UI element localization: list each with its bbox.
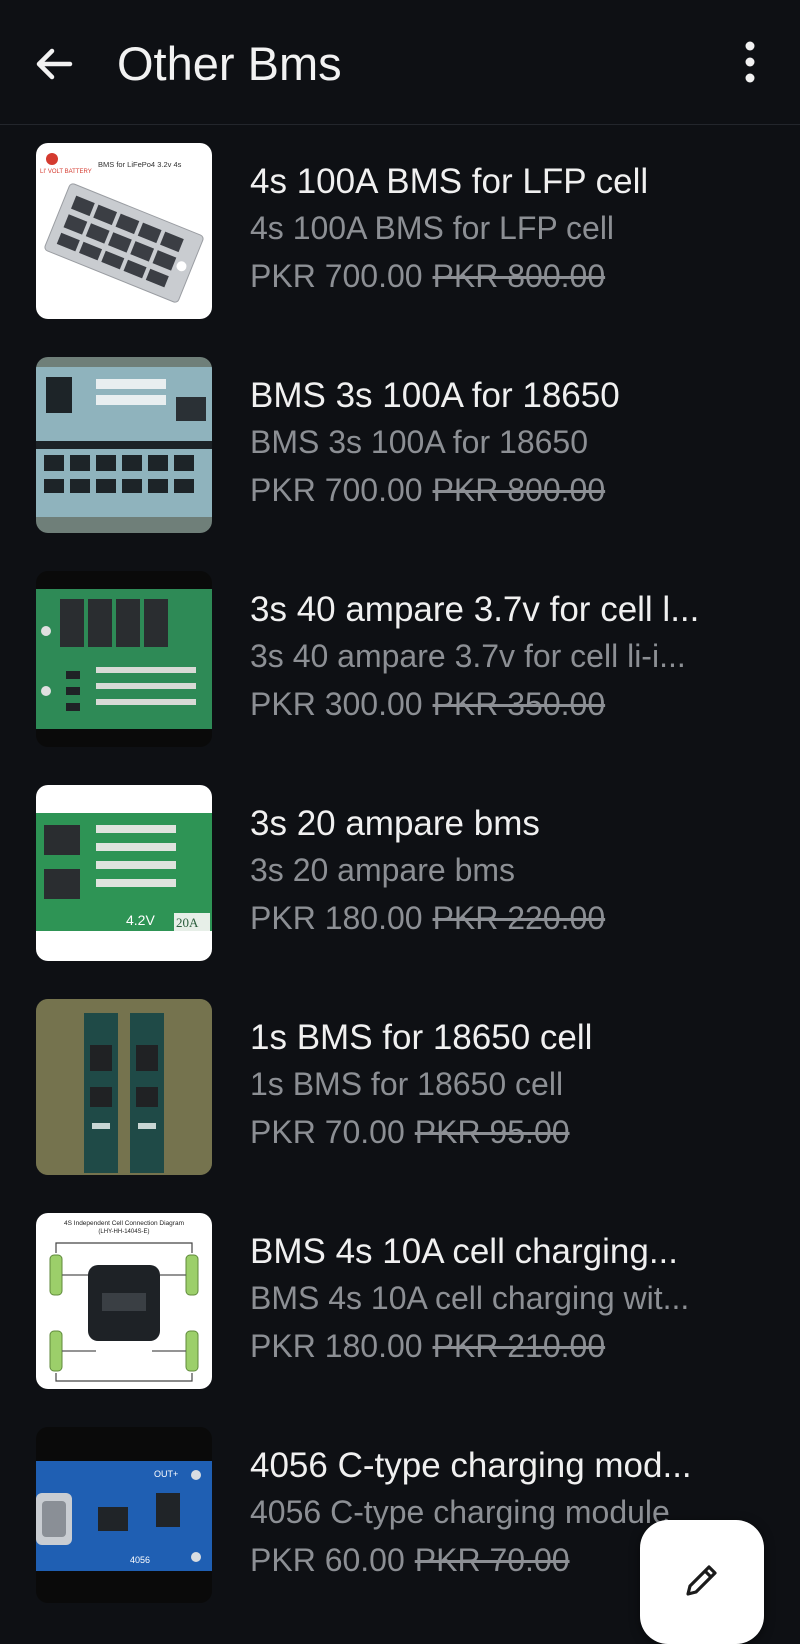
top-app-bar: Other Bms [0,0,800,125]
product-info: BMS 3s 100A for 18650 BMS 3s 100A for 18… [250,374,760,514]
product-thumbnail: 4S Independent Cell Connection Diagram (… [36,1213,212,1389]
product-price: PKR 60.00 [250,1542,405,1578]
arrow-left-icon [36,48,73,80]
thumb-label: OUT+ [154,1469,178,1479]
page-title: Other Bms [117,37,342,90]
product-name: 3s 40 ampare 3.7v for cell l... [250,590,700,629]
product-item[interactable]: 4.2V 20A 3s 20 ampare bms 3s 20 ampare b… [0,766,800,980]
thumb-label: 4.2V [126,912,155,928]
product-name: 3s 20 ampare bms [250,804,540,843]
product-price-line: PKR 70.00 PKR 95.00 [250,1108,760,1156]
product-price-line: PKR 300.00 PKR 350.00 [250,680,760,728]
product-description: 4s 100A BMS for LFP cell [250,210,615,246]
product-old-price: PKR 800.00 [432,472,606,508]
product-thumbnail: LI' VOLT BATTERY BMS for LiFePo4 3.2v 4s [36,143,212,319]
product-item[interactable]: BMS 3s 100A for 18650 BMS 3s 100A for 18… [0,338,800,552]
product-info: 4s 100A BMS for LFP cell 4s 100A BMS for… [250,160,760,300]
thumb-label: 20A [176,915,199,930]
product-info: 3s 20 ampare bms 3s 20 ampare bms PKR 18… [250,802,760,942]
product-old-price: PKR 350.00 [432,686,606,722]
product-price-line: PKR 180.00 PKR 210.00 [250,1322,760,1370]
product-old-price: PKR 95.00 [414,1114,570,1150]
product-price: PKR 300.00 [250,686,423,722]
product-name: 4s 100A BMS for LFP cell [250,162,649,201]
product-info: 1s BMS for 18650 cell 1s BMS for 18650 c… [250,1016,760,1156]
pencil-edit-icon [686,1565,717,1596]
overflow-menu-button[interactable] [730,40,770,88]
product-name: BMS 3s 100A for 18650 [250,376,620,415]
product-old-price: PKR 70.00 [414,1542,570,1578]
product-old-price: PKR 210.00 [432,1328,606,1364]
product-name: 4056 C-type charging mod... [250,1446,692,1485]
product-item[interactable]: 1s BMS for 18650 cell 1s BMS for 18650 c… [0,980,800,1194]
product-price: PKR 180.00 [250,900,423,936]
product-thumbnail [36,357,212,533]
product-price: PKR 700.00 [250,472,423,508]
product-price-line: PKR 700.00 PKR 800.00 [250,252,760,300]
product-description: 3s 40 ampare 3.7v for cell li-i... [250,638,686,674]
product-thumbnail [36,999,212,1175]
product-old-price: PKR 800.00 [432,258,606,294]
product-description: BMS 3s 100A for 18650 [250,424,588,460]
product-price-line: PKR 700.00 PKR 800.00 [250,466,760,514]
thumb-caption: BMS for LiFePo4 3.2v 4s [98,160,182,169]
thumb-caption: 4S Independent Cell Connection Diagram [64,1220,184,1227]
product-name: 1s BMS for 18650 cell [250,1018,593,1057]
product-description: 1s BMS for 18650 cell [250,1066,564,1102]
product-info: BMS 4s 10A cell charging... BMS 4s 10A c… [250,1230,760,1370]
thumb-brand: LI' VOLT BATTERY [40,169,92,175]
back-button[interactable] [30,40,78,88]
more-vertical-icon [745,41,755,83]
product-description: 3s 20 ampare bms [250,852,516,888]
product-name: BMS 4s 10A cell charging... [250,1232,678,1271]
product-description: BMS 4s 10A cell charging wit... [250,1280,690,1316]
product-thumbnail [36,571,212,747]
product-price: PKR 700.00 [250,258,423,294]
product-info: 3s 40 ampare 3.7v for cell l... 3s 40 am… [250,588,760,728]
thumb-label: 4056 [130,1555,150,1565]
product-thumbnail: 4.2V 20A [36,785,212,961]
product-item[interactable]: LI' VOLT BATTERY BMS for LiFePo4 3.2v 4s [0,124,800,338]
thumb-subcaption: (LHY-HH-1404S-E) [98,1229,149,1235]
product-price-line: PKR 180.00 PKR 220.00 [250,894,760,942]
product-price: PKR 70.00 [250,1114,405,1150]
product-item[interactable]: 3s 40 ampare 3.7v for cell l... 3s 40 am… [0,552,800,766]
product-item[interactable]: 4S Independent Cell Connection Diagram (… [0,1194,800,1408]
edit-fab-button[interactable] [640,1520,764,1644]
product-thumbnail: OUT+ 4056 [36,1427,212,1603]
product-old-price: PKR 220.00 [432,900,606,936]
product-price: PKR 180.00 [250,1328,423,1364]
